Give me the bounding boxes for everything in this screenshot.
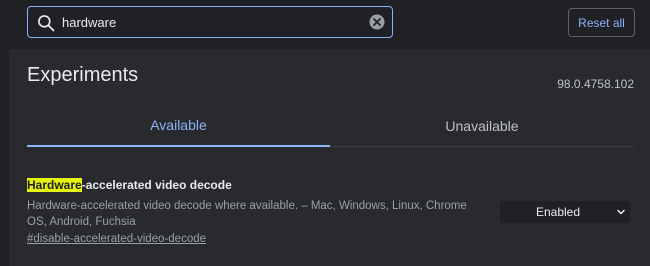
tab-available[interactable]: Available (27, 104, 330, 147)
chevron-down-icon (617, 209, 625, 215)
clear-icon[interactable] (369, 14, 385, 30)
header-bar: Reset all (0, 0, 650, 48)
search-box[interactable] (27, 6, 393, 38)
tab-bar: Available Unavailable (27, 104, 634, 147)
experiment-permalink[interactable]: #disable-accelerated-video-decode (27, 233, 206, 245)
experiment-state-select[interactable]: Enabled (500, 201, 630, 223)
search-highlight: Hardware (27, 178, 82, 192)
search-icon (38, 15, 55, 32)
experiment-title: Hardware-accelerated video decode (27, 178, 232, 192)
reset-all-button[interactable]: Reset all (568, 8, 635, 37)
experiment-title-rest: -accelerated video decode (81, 178, 232, 192)
experiment-state-value: Enabled (535, 205, 581, 219)
experiment-description: Hardware-accelerated video decode where … (27, 200, 467, 228)
search-input[interactable] (62, 7, 362, 37)
page-title: Experiments (27, 64, 139, 86)
tab-unavailable[interactable]: Unavailable (330, 104, 634, 147)
version-label: 98.0.4758.102 (557, 77, 634, 91)
left-gutter (0, 49, 9, 266)
